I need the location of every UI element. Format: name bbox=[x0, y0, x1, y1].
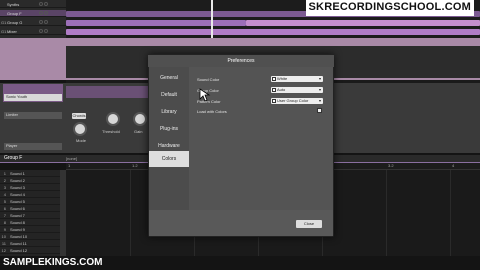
dialog-title: Preferences bbox=[148, 55, 334, 67]
sound-row[interactable]: 4 Sound 4 bbox=[0, 191, 66, 198]
group-label[interactable]: Group F bbox=[4, 155, 22, 161]
sound-row[interactable]: 8 Sound 8 bbox=[0, 219, 66, 226]
ruler-tick: 4 bbox=[452, 163, 455, 168]
threshold-knob[interactable] bbox=[106, 112, 120, 126]
watermark-top: SKRECORDINGSCHOOL.COM bbox=[305, 0, 474, 16]
color-swatch bbox=[272, 77, 276, 81]
sound-row[interactable]: 6 Sound 6 bbox=[0, 205, 66, 212]
track-row[interactable]: G1 Group G bbox=[0, 19, 66, 26]
mode-label: Mode bbox=[76, 138, 87, 143]
sound-row[interactable]: 10 Sound 10 bbox=[0, 233, 66, 240]
sound-name: Sound 11 bbox=[10, 240, 27, 246]
device-header[interactable] bbox=[66, 86, 152, 98]
dropdown-arrow-icon: ▾ bbox=[318, 98, 321, 103]
dropdown-arrow-icon: ▾ bbox=[318, 76, 321, 81]
top-track-list: Synths Group F G1 Group G G1 Mixer bbox=[0, 0, 66, 38]
sound-name: Sound 1 bbox=[10, 170, 25, 176]
playhead[interactable] bbox=[211, 0, 213, 38]
nav-plugins[interactable]: Plug-ins bbox=[149, 121, 189, 137]
track-name: Group G bbox=[7, 19, 23, 25]
checkbox-label: Load with Colors bbox=[197, 109, 227, 114]
sound-row[interactable]: 9 Sound 9 bbox=[0, 226, 66, 233]
sound-name: Sound 9 bbox=[10, 226, 25, 232]
ruler-tick: 1.2 bbox=[132, 163, 138, 168]
close-button[interactable]: Close bbox=[296, 220, 322, 228]
sound-name: Sound 7 bbox=[10, 212, 25, 218]
mouse-cursor-icon bbox=[199, 88, 211, 102]
solo-icon[interactable] bbox=[44, 11, 48, 15]
ruler-tick: 3.2 bbox=[388, 163, 394, 168]
mute-icon[interactable] bbox=[39, 2, 43, 6]
track-name: Mixer bbox=[7, 28, 17, 34]
nav-library[interactable]: Library bbox=[149, 104, 189, 120]
clip[interactable] bbox=[66, 20, 246, 26]
track-name: Group F bbox=[7, 10, 22, 16]
solo-icon[interactable] bbox=[44, 20, 48, 24]
instrument-slot[interactable]: Player bbox=[4, 143, 62, 150]
nav-general[interactable]: General bbox=[149, 70, 189, 86]
sound-row[interactable]: 5 Sound 5 bbox=[0, 198, 66, 205]
sound-name: Sound 8 bbox=[10, 219, 25, 225]
mode-knob[interactable] bbox=[73, 122, 87, 136]
sound-name: Sound 5 bbox=[10, 198, 25, 204]
group-tag: [none] bbox=[66, 156, 78, 161]
option-label: Sound Color bbox=[197, 77, 220, 82]
sound-row[interactable]: 2 Sound 2 bbox=[0, 177, 66, 184]
mute-icon[interactable] bbox=[39, 20, 43, 24]
clip[interactable] bbox=[246, 20, 480, 26]
sound-list: 1 Sound 1 2 Sound 2 3 Sound 3 4 Sound 4 5 Sou… bbox=[0, 170, 66, 256]
color-swatch bbox=[272, 88, 276, 92]
solo-icon[interactable] bbox=[44, 2, 48, 6]
solo-icon[interactable] bbox=[44, 29, 48, 33]
nav-colors[interactable]: Colors bbox=[149, 151, 189, 167]
sound-name: Sound 2 bbox=[10, 177, 25, 183]
mute-icon[interactable] bbox=[39, 11, 43, 15]
sound-row[interactable]: 7 Sound 7 bbox=[0, 212, 66, 219]
sound-row[interactable]: 11 Sound 11 bbox=[0, 240, 66, 247]
nav-default[interactable]: Default bbox=[149, 87, 189, 103]
gain-label: Gain bbox=[134, 129, 143, 134]
dropdown-arrow-icon: ▾ bbox=[318, 87, 321, 92]
watermark-bottom: SAMPLEKINGS.COM bbox=[0, 256, 480, 270]
track-row[interactable]: Synths bbox=[0, 1, 66, 8]
track-row[interactable]: Group F bbox=[0, 10, 66, 17]
scrollbar[interactable] bbox=[60, 170, 66, 256]
color-swatch bbox=[272, 99, 276, 103]
sound-name: Sound 6 bbox=[10, 205, 25, 211]
track-name: Synths bbox=[7, 1, 20, 7]
gain-knob[interactable] bbox=[133, 112, 147, 126]
clip[interactable] bbox=[66, 29, 480, 35]
sound-row[interactable]: 12 Sound 12 bbox=[0, 247, 66, 254]
chords-button[interactable]: Chords bbox=[72, 113, 86, 119]
sound-name: Sound 4 bbox=[10, 191, 25, 197]
track-row[interactable]: G1 Mixer bbox=[0, 28, 66, 35]
load-colors-checkbox[interactable] bbox=[317, 108, 322, 113]
sound-color-select[interactable]: White ▾ bbox=[271, 76, 323, 82]
ruler-tick: 1 bbox=[68, 163, 71, 168]
sound-name: Sound 3 bbox=[10, 184, 25, 190]
pattern-color-select[interactable]: User Group Color ▾ bbox=[271, 98, 323, 104]
instrument-name[interactable]: Sonic Youth bbox=[4, 94, 62, 101]
threshold-label: Threshold bbox=[102, 129, 120, 134]
mute-icon[interactable] bbox=[39, 29, 43, 33]
sound-row[interactable]: 3 Sound 3 bbox=[0, 184, 66, 191]
sound-name: Sound 10 bbox=[10, 233, 28, 239]
sound-row[interactable]: 1 Sound 1 bbox=[0, 170, 66, 177]
sound-name: Sound 12 bbox=[10, 247, 28, 253]
group-color-select[interactable]: Auto ▾ bbox=[271, 87, 323, 93]
instrument-slot[interactable]: Limiter bbox=[4, 112, 62, 119]
